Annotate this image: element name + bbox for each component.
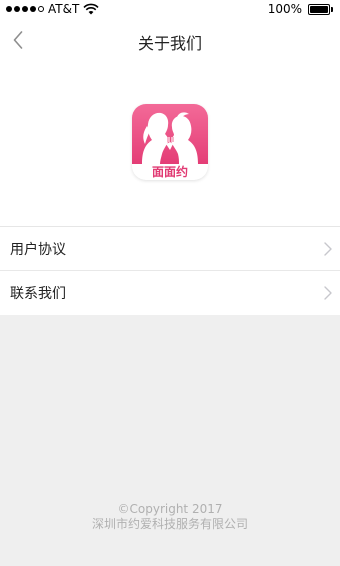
logo-artwork — [132, 104, 208, 164]
contact-us-item[interactable]: 联系我们 — [0, 271, 340, 315]
couple-silhouette-icon — [142, 112, 198, 164]
page-title: 关于我们 — [137, 34, 202, 53]
app-logo: 面面约 — [132, 104, 208, 180]
battery-icon — [308, 3, 334, 15]
signal-dots-icon — [6, 6, 44, 12]
copyright-text: ©Copyright 2017 — [117, 502, 223, 516]
status-left: AT&T — [6, 2, 99, 16]
footer: ©Copyright 2017 深圳市约爱科技服务有限公司 — [0, 502, 340, 532]
logo-text: 面面约 — [151, 165, 188, 179]
carrier-label: AT&T — [48, 2, 80, 16]
company-name: 深圳市约爱科技服务有限公司 — [91, 517, 248, 531]
menu-item-label: 用户协议 — [10, 241, 66, 258]
status-bar: AT&T 100% — [0, 0, 340, 18]
nav-bar: 关于我们 — [0, 18, 340, 62]
chevron-right-icon — [324, 242, 332, 256]
wifi-icon — [83, 3, 99, 15]
settings-menu: 用户协议 联系我们 — [0, 226, 340, 315]
chevron-right-icon — [324, 286, 332, 300]
menu-item-label: 联系我们 — [10, 286, 66, 302]
user-agreement-item[interactable]: 用户协议 — [0, 227, 340, 271]
about-header: 面面约 — [0, 62, 340, 226]
battery-percent: 100% — [267, 2, 302, 16]
status-right: 100% — [268, 2, 334, 16]
